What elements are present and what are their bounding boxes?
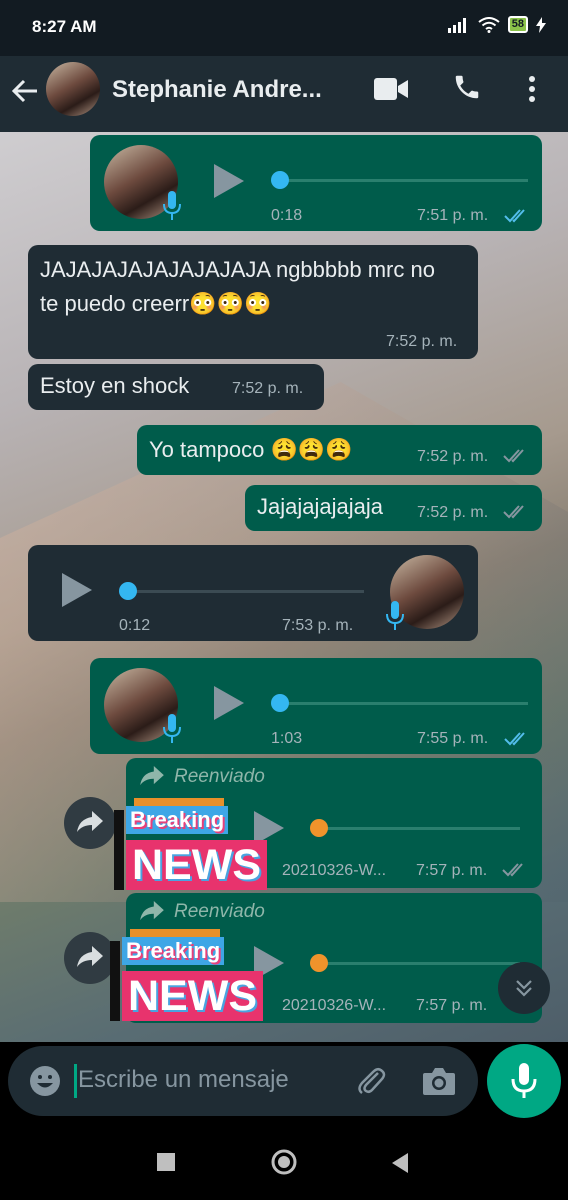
nav-square-icon[interactable] [156,1152,176,1172]
phone-icon[interactable] [452,72,482,102]
contact-name[interactable]: Stephanie Andre... [112,76,344,104]
contact-avatar[interactable] [46,62,100,116]
status-icons: 58 [447,16,546,33]
sticker-news-text: NEWS [122,971,263,1021]
scroll-to-bottom-button[interactable] [498,962,550,1014]
voice-duration: 1:03 [271,730,303,747]
message-time: 7:52 p. m. [417,448,489,465]
message-time: 7:53 p. m. [282,617,354,634]
back-arrow-icon[interactable] [10,76,40,106]
mic-icon [163,714,181,743]
sticker-breaking-text: Breaking [122,937,225,965]
text-caret [74,1064,77,1098]
wifi-icon [478,16,500,33]
message-time: 7:52 p. m. [232,380,304,397]
message-out[interactable]: Jajajajajajaja 7:52 p. m. [245,485,542,531]
forward-icon [77,811,103,832]
double-check-icon [503,505,524,519]
nav-back-icon[interactable] [390,1152,410,1174]
signal-icon [447,17,466,33]
voice-message-out[interactable]: 1:03 7:55 p. m. [90,658,542,754]
message-input[interactable]: Escribe un mensaje [78,1066,289,1094]
battery-icon: 58 [507,16,528,33]
mic-icon [511,1063,537,1098]
forward-icon [77,946,103,967]
message-text: JAJAJAJAJAJAJAJAJA ngbbbbb mrc no te pue… [40,257,435,316]
message-in[interactable]: Estoy en shock 7:52 p. m. [28,364,324,410]
double-check-icon [503,449,524,463]
attach-icon[interactable] [354,1064,388,1098]
forward-icon [140,766,164,786]
file-name: 20210326-W... [282,997,387,1014]
chat-area[interactable]: 0:18 7:51 p. m. JAJAJAJAJAJAJAJAJA ngbbb… [0,132,568,1042]
message-time: 7:51 p. m. [417,207,489,224]
file-name: 20210326-W... [282,862,387,879]
camera-icon[interactable] [422,1066,456,1096]
audio-scrubber[interactable] [271,171,289,189]
emoji-icon[interactable] [28,1064,62,1098]
forwarded-label: Reenviado [174,901,265,922]
play-icon[interactable] [214,686,244,720]
voice-duration: 0:18 [271,207,303,224]
chevron-double-down-icon [516,980,532,997]
status-bar: 8:27 AM 58 [0,0,568,56]
forwarded-audio-message[interactable]: Reenviado 20210326-W... 7:57 p. m. Break… [114,758,542,890]
message-time: 7:57 p. m. [416,997,488,1014]
audio-track[interactable] [320,827,520,830]
message-time: 7:57 p. m. [416,862,488,879]
sticker-news-text: NEWS [126,840,267,890]
forwarded-label: Reenviado [174,766,265,787]
audio-track[interactable] [280,179,528,182]
audio-scrubber[interactable] [119,582,137,600]
message-text: Yo tampoco 😩😩😩 [149,437,353,462]
status-time: 8:27 AM [32,17,97,36]
chat-header: Stephanie Andre... [0,56,568,132]
message-time: 7:52 p. m. [417,504,489,521]
sticker-shadow [114,810,124,890]
sticker-breaking-text: Breaking [126,806,229,834]
audio-scrubber[interactable] [310,954,328,972]
message-composer: Escribe un mensaje [8,1046,478,1116]
voice-message-out[interactable]: 0:18 7:51 p. m. [90,135,542,231]
system-nav-bar [0,1124,568,1200]
audio-scrubber[interactable] [271,694,289,712]
mic-icon [386,601,404,630]
charging-icon [536,16,546,33]
message-text: Jajajajajajaja [257,494,383,519]
video-call-icon[interactable] [374,78,408,100]
forward-button[interactable] [64,932,116,984]
sticker-shadow [110,941,120,1021]
audio-track[interactable] [320,962,520,965]
audio-scrubber[interactable] [310,819,328,837]
voice-message-in[interactable]: 0:12 7:53 p. m. [28,545,478,641]
forward-icon [140,901,164,921]
message-text: Estoy en shock [40,373,190,398]
nav-circle-icon[interactable] [270,1148,298,1176]
audio-track[interactable] [128,590,364,593]
double-check-icon [504,209,525,223]
forward-button[interactable] [64,797,116,849]
play-icon[interactable] [214,164,244,198]
voice-record-button[interactable] [487,1044,561,1118]
message-time: 7:55 p. m. [417,730,489,747]
message-time: 7:52 p. m. [386,333,458,350]
mic-icon [163,191,181,220]
audio-track[interactable] [280,702,528,705]
message-out[interactable]: Yo tampoco 😩😩😩 7:52 p. m. [137,425,542,475]
forwarded-audio-message[interactable]: Reenviado 20210326-W... 7:57 p. m. Break… [110,893,542,1023]
double-check-icon [504,732,525,746]
double-check-icon [502,863,523,877]
message-in[interactable]: JAJAJAJAJAJAJAJAJA ngbbbbb mrc no te pue… [28,245,478,359]
play-icon[interactable] [62,573,92,607]
more-vert-icon[interactable] [526,74,538,104]
voice-duration: 0:12 [119,617,151,634]
